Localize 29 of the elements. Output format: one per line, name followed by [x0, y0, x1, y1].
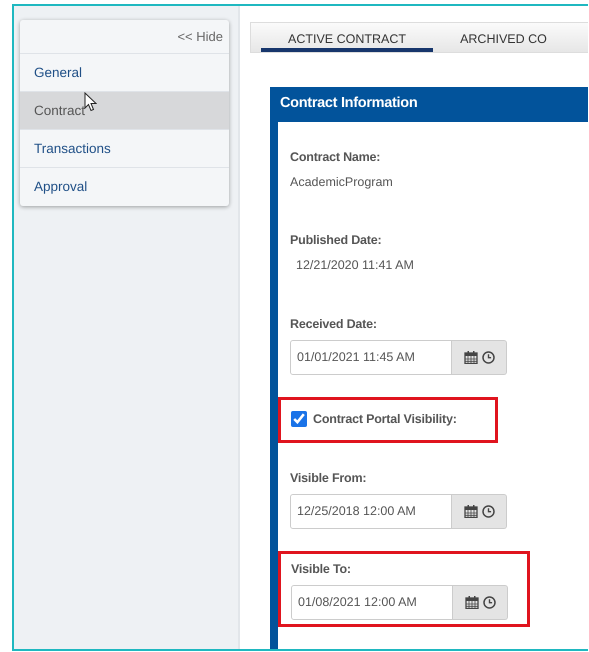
date-time-picker-button[interactable] [452, 340, 507, 374]
sidebar-item[interactable]: Transactions [20, 129, 229, 168]
date-time-input[interactable]: 01/01/2021 11:45 AM [290, 340, 452, 374]
field-label: Received Date: [290, 316, 378, 333]
sidebar-item[interactable]: Approval [20, 167, 229, 206]
clock-icon [482, 505, 494, 518]
calendar-icon [464, 505, 478, 518]
clock-icon [482, 350, 494, 364]
panel-title: Contract Information [279, 94, 418, 113]
tab[interactable]: ARCHIVED CO [433, 23, 574, 52]
field-label: Contract Name: [290, 148, 382, 166]
date-time-input[interactable]: 01/08/2021 12:00 AM [291, 584, 453, 620]
hide-link[interactable]: << Hide [20, 20, 229, 52]
field-label: Visible From: [290, 470, 368, 488]
date-time-picker-button[interactable] [453, 584, 508, 620]
mouse-pointer-icon [84, 92, 97, 112]
date-time-picker-button[interactable] [452, 494, 507, 529]
clock-icon [482, 596, 496, 609]
field-value: AcademicProgram [290, 174, 394, 191]
date-time-input[interactable]: 12/25/2018 12:00 AM [290, 494, 452, 529]
calendar-icon [464, 596, 478, 609]
field-label: Published Date: [290, 232, 382, 250]
field-value: 12/21/2020 11:41 AM [295, 257, 415, 274]
calendar-icon [464, 350, 478, 364]
tab[interactable]: ACTIVE CONTRACT [261, 23, 434, 52]
sidebar-item[interactable]: Contract [20, 90, 229, 129]
checkbox-label: Contract Portal Visibility: [313, 410, 457, 428]
checkbox[interactable] [291, 410, 307, 427]
field-label: Visible To: [291, 561, 352, 578]
